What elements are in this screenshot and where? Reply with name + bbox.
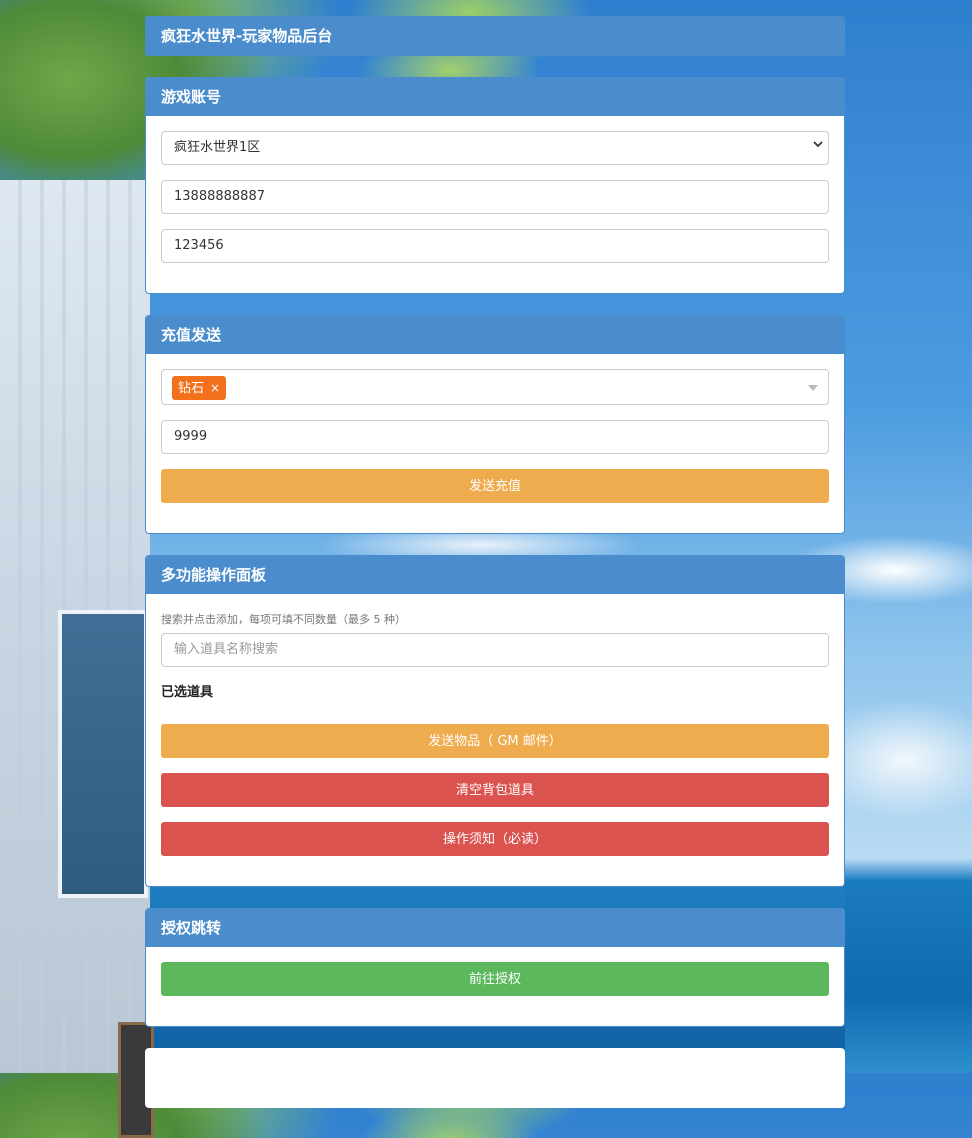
send-items-button[interactable]: 发送物品（ GM 邮件） [161,724,829,758]
recharge-panel-body: 钻石 × 9999 发送充值 [146,354,844,533]
main-container: 疯狂水世界-玩家物品后台 游戏账号 疯狂水世界1区 13888888887 12… [145,16,845,1108]
server-select-value: 疯狂水世界1区 [161,131,829,165]
auth-panel: 授权跳转 前往授权 [145,908,845,1027]
account-panel: 游戏账号 疯狂水世界1区 13888888887 123456 [145,77,845,294]
selected-tag-label: 钻石 [178,381,205,396]
clear-bag-button[interactable]: 清空背包道具 [161,773,829,807]
background-window [58,610,148,898]
password-input[interactable]: 123456 [161,229,829,263]
selected-tag: 钻石 × [172,376,227,400]
background-sea [845,880,972,1073]
recharge-panel: 充值发送 钻石 × 9999 发送充值 [145,315,845,534]
multi-panel-title: 多功能操作面板 [146,556,844,594]
chevron-down-icon [813,141,823,148]
account-input[interactable]: 13888888887 [161,180,829,214]
multi-function-panel: 多功能操作面板 搜索并点击添加，每项可填不同数量（最多 5 种） 输入道具名称搜… [145,555,845,887]
server-select[interactable]: 疯狂水世界1区 [161,131,829,165]
tag-remove-icon[interactable]: × [210,381,220,395]
currency-multiselect[interactable]: 钻石 × [161,369,829,405]
auth-panel-title: 授权跳转 [146,909,844,947]
bottom-panel [145,1048,845,1108]
multi-panel-body: 搜索并点击添加，每项可填不同数量（最多 5 种） 输入道具名称搜索 已选道具 发… [146,594,844,886]
notice-button[interactable]: 操作须知（必读） [161,822,829,856]
account-panel-title: 游戏账号 [146,78,844,116]
go-auth-button[interactable]: 前往授权 [161,962,829,996]
auth-panel-body: 前往授权 [146,947,844,1026]
amount-input[interactable]: 9999 [161,420,829,454]
send-recharge-button[interactable]: 发送充值 [161,469,829,503]
page-title: 疯狂水世界-玩家物品后台 [145,16,845,56]
account-panel-body: 疯狂水世界1区 13888888887 123456 [146,116,844,293]
recharge-panel-title: 充值发送 [146,316,844,354]
caret-down-icon [808,385,818,391]
selected-items-label: 已选道具 [161,685,214,700]
search-hint: 搜索并点击添加，每项可填不同数量（最多 5 种） [161,613,406,626]
item-search-input[interactable]: 输入道具名称搜索 [161,633,829,667]
background-house [0,180,154,1138]
